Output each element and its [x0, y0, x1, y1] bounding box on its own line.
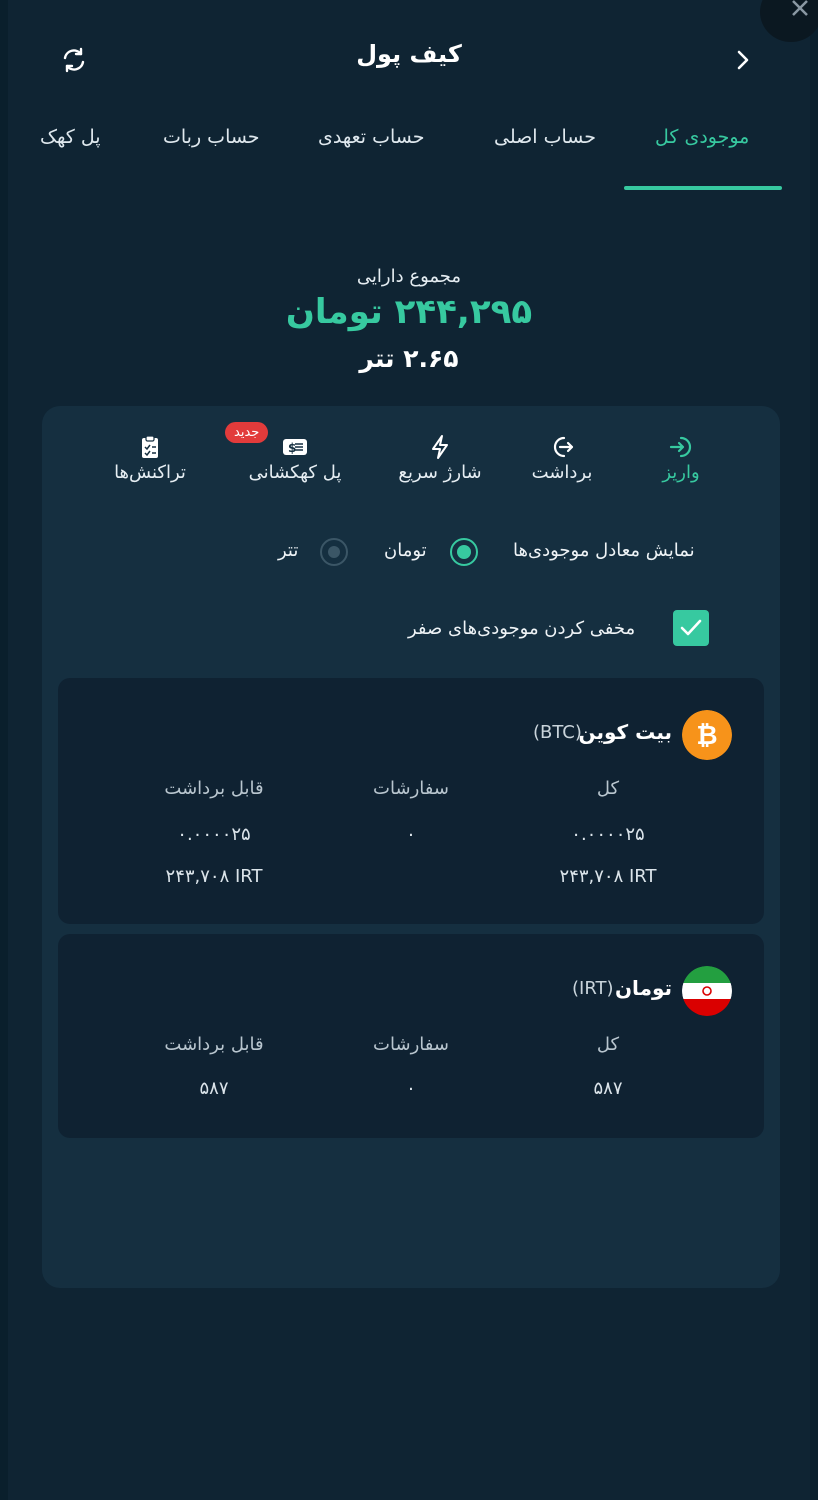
hide-zero-label[interactable]: مخفی کردن موجودی‌های صفر [408, 618, 635, 639]
svg-text:$: $ [288, 441, 296, 455]
radio-usdt-label[interactable]: تتر [278, 540, 298, 561]
bridge-icon: $ [283, 439, 307, 455]
withdrawable-value: ۰.۰۰۰۰۲۵ [177, 824, 251, 845]
withdraw-button[interactable]: برداشت [520, 434, 604, 483]
wallet-panel: واریز برداشت شارژ سریع $ پل کهکشانی جدید [42, 406, 780, 1288]
column-withdrawable: قابل برداشت [164, 778, 264, 799]
back-button[interactable] [732, 48, 754, 72]
withdraw-icon [553, 436, 574, 458]
close-icon [792, 0, 808, 16]
coin-name: تومان [614, 976, 672, 1000]
quick-charge-button[interactable]: شارژ سریع [386, 434, 494, 483]
column-orders: سفارشات [373, 778, 449, 799]
hide-zero-checkbox[interactable] [673, 610, 709, 646]
withdrawable-irt-value: ۲۴۳,۷۰۸ IRT [165, 866, 263, 887]
tab-bot-account[interactable]: حساب ربات [163, 126, 260, 148]
coin-name: بیت کوین [578, 720, 673, 744]
withdraw-label: برداشت [531, 462, 593, 483]
coin-code: (BTC) [533, 722, 582, 743]
coin-code: (IRT) [572, 978, 614, 999]
withdrawable-value: ۵۸۷ [199, 1078, 229, 1099]
clipboard-icon [142, 435, 158, 458]
display-equivalent-row: نمایش معادل موجودی‌ها تومان تتر [42, 534, 780, 566]
iran-flag-icon [682, 966, 732, 1016]
bitcoin-icon: ₿ [682, 710, 732, 760]
total-assets-label: مجموع دارایی [356, 266, 462, 287]
tab-total-balance[interactable]: موجودی کل [655, 126, 749, 148]
tab-main-account[interactable]: حساب اصلی [494, 126, 596, 148]
wallet-screen: کیف پول موجودی کل حساب اصلی حساب تعهدی ح… [8, 0, 818, 1500]
total-irt-value: ۲۴۳,۷۰۸ IRT [559, 866, 657, 887]
column-total: کل [596, 778, 620, 799]
quick-charge-label: شارژ سریع [398, 462, 482, 483]
top-bar: کیف پول [8, 30, 810, 90]
orders-value: ۰ [406, 1078, 416, 1099]
deposit-button[interactable]: واریز [648, 434, 714, 483]
account-tabs: موجودی کل حساب اصلی حساب تعهدی حساب ربات… [8, 110, 810, 194]
radio-toman-label[interactable]: تومان [384, 540, 427, 561]
total-value: ۰.۰۰۰۰۲۵ [571, 824, 645, 845]
total-assets-toman: ۲۴۴,۲۹۵ تومان [285, 292, 533, 332]
hide-zero-row: مخفی کردن موجودی‌های صفر [42, 608, 780, 648]
radio-usdt[interactable] [320, 538, 348, 566]
check-icon [680, 619, 702, 636]
orders-value: ۰ [406, 824, 416, 845]
lightning-icon [432, 435, 448, 459]
column-withdrawable: قابل برداشت [164, 1034, 264, 1055]
radio-toman[interactable] [450, 538, 478, 566]
new-badge: جدید [225, 422, 269, 443]
tab-margin-account[interactable]: حساب تعهدی [318, 126, 424, 148]
total-assets-usdt: ۲.۶۵ تتر [359, 344, 459, 373]
balance-card-irt[interactable]: تومان (IRT) کل سفارشات قابل برداشت ۵۸۷ ۰… [58, 934, 764, 1138]
page-title: کیف پول [356, 40, 462, 68]
chevron-right-icon [737, 50, 749, 70]
display-equivalent-label: نمایش معادل موجودی‌ها [513, 540, 695, 561]
svg-text:₿: ₿ [696, 721, 717, 751]
column-total: کل [596, 1034, 620, 1055]
transactions-label: تراکنش‌ها [114, 462, 186, 483]
column-orders: سفارشات [373, 1034, 449, 1055]
transactions-button[interactable]: تراکنش‌ها [102, 434, 198, 483]
galaxy-bridge-label: پل کهکشانی [248, 462, 342, 483]
active-tab-indicator [624, 186, 782, 190]
deposit-label: واریز [662, 462, 700, 483]
total-value: ۵۸۷ [593, 1078, 623, 1099]
tab-galaxy-bridge[interactable]: پل کهک [40, 126, 101, 148]
deposit-icon [669, 436, 692, 458]
balance-card-btc[interactable]: ₿ بیت کوین (BTC) کل سفارشات قابل برداشت … [58, 678, 764, 924]
